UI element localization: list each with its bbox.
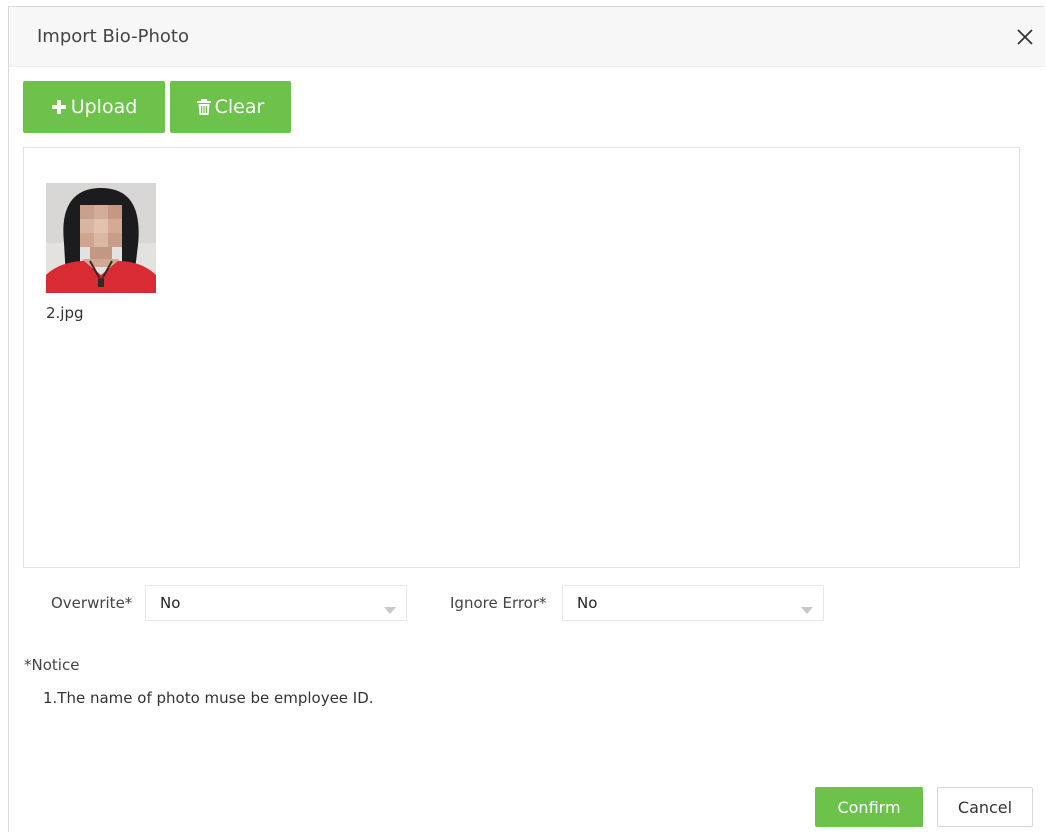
clear-label: Clear (214, 96, 265, 118)
overwrite-value: No (160, 594, 181, 612)
cancel-button[interactable]: Cancel (937, 787, 1033, 827)
import-bio-photo-dialog: Import Bio-Photo Upload Clear 2.jpg Over… (8, 6, 1045, 832)
chevron-down-icon (384, 600, 396, 614)
ignore-error-value: No (577, 594, 598, 612)
clear-button[interactable]: Clear (170, 81, 291, 133)
plus-icon (51, 99, 67, 115)
notice-title: *Notice (24, 656, 80, 674)
trash-icon (196, 99, 211, 115)
dialog-header: Import Bio-Photo (9, 7, 1045, 67)
overwrite-label: Overwrite* (51, 594, 133, 612)
close-icon[interactable] (1013, 25, 1037, 49)
upload-button[interactable]: Upload (23, 81, 165, 133)
ignore-error-select[interactable]: No (562, 585, 824, 621)
chevron-down-icon (801, 600, 813, 614)
notice-line: 1.The name of photo muse be employee ID. (43, 689, 374, 707)
photo-thumbnail[interactable] (46, 183, 156, 293)
confirm-button[interactable]: Confirm (815, 787, 923, 827)
upload-label: Upload (70, 96, 138, 118)
photo-list: 2.jpg (23, 147, 1020, 568)
photo-file-name: 2.jpg (46, 304, 84, 322)
dialog-title: Import Bio-Photo (37, 26, 189, 47)
ignore-error-label: Ignore Error* (450, 594, 547, 612)
overwrite-select[interactable]: No (145, 585, 407, 621)
